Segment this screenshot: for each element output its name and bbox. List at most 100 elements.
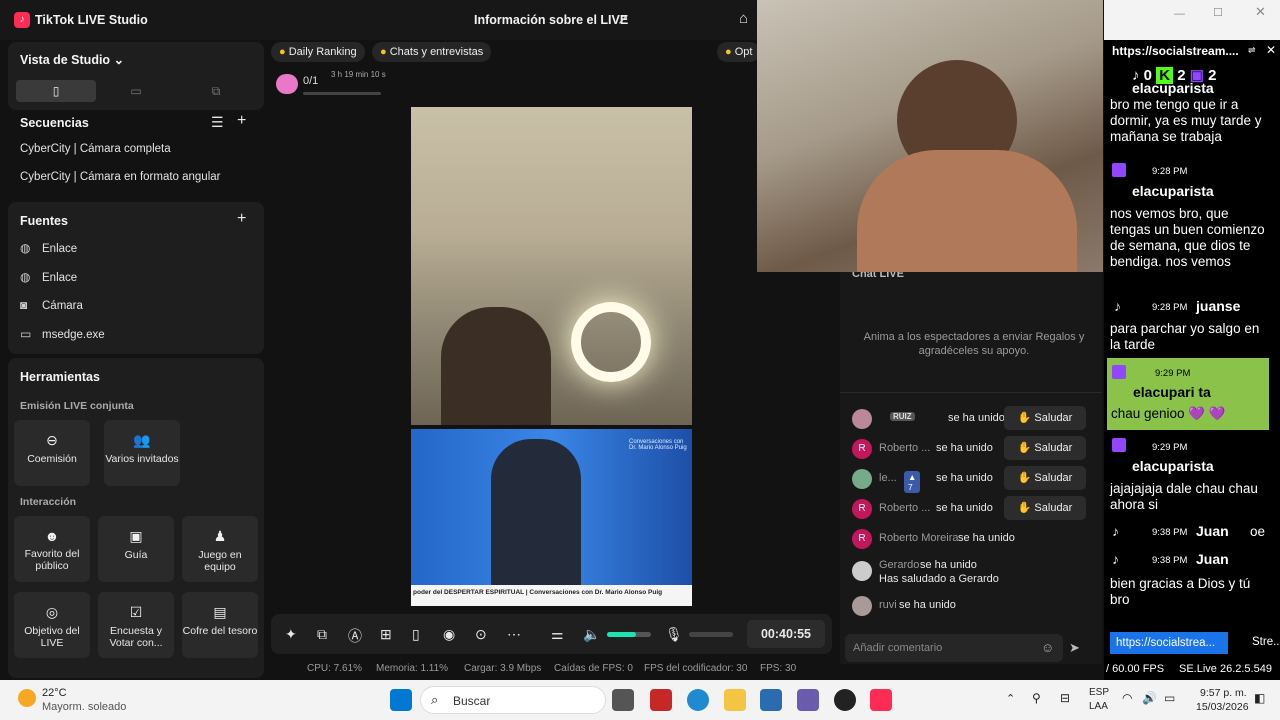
tray-icon[interactable]: ⚲	[1032, 691, 1041, 705]
magic-wand-icon[interactable]: ✦	[285, 626, 297, 643]
overlay-version: SE.Live 26.2.5.549	[1179, 663, 1272, 675]
team-game-button[interactable]: ♟ Juego en equipo	[182, 516, 258, 582]
lang-1[interactable]: ESP	[1089, 687, 1109, 698]
overlay-tab-1[interactable]: https://socialstrea...	[1110, 632, 1228, 654]
tiktok-live-taskbar-icon[interactable]	[870, 689, 892, 711]
close-icon[interactable]: ✕	[1255, 4, 1266, 20]
control-bar: ✦ ⧉ Ⓐ ⊞ ▯ ◉ ⊙ ⋯ ⚌ 🔈 🎙 00:40:55	[271, 614, 832, 654]
windows-start-icon[interactable]	[390, 689, 412, 711]
phone-icon[interactable]: ▯	[412, 626, 420, 643]
title-bar: ♪ TikTok LIVE Studio Información sobre e…	[0, 0, 757, 40]
more-icon[interactable]: ⋯	[507, 626, 521, 643]
edge-icon[interactable]	[687, 689, 709, 711]
options-chip[interactable]: ● Opt	[717, 42, 761, 62]
salute-button[interactable]: ✋ Saludar	[1004, 436, 1086, 460]
speaker-silhouette	[491, 439, 581, 589]
record-icon[interactable]: ◉	[443, 626, 455, 643]
salute-button[interactable]: ✋ Saludar	[1004, 466, 1086, 490]
store-icon[interactable]	[760, 689, 782, 711]
guide-icon: ▣	[129, 528, 143, 544]
overlay-message: oe	[1250, 524, 1266, 539]
chat-empty-message: Anima a los espectadores a enviar Regalo…	[863, 331, 1085, 357]
studio-view-dropdown[interactable]: Vista de Studio ⌄	[20, 52, 124, 67]
salute-button[interactable]: ✋ Saludar	[1004, 406, 1086, 430]
daily-ranking-chip[interactable]: ● Daily Ranking	[271, 42, 365, 62]
landscape-layout-button[interactable]: ▭	[96, 80, 176, 102]
add-sequence-button[interactable]: +	[237, 112, 246, 130]
users-icon: 👥	[133, 432, 151, 448]
battery-icon[interactable]: ▭	[1164, 691, 1175, 705]
settings-sliders-icon[interactable]: ⚌	[551, 626, 564, 643]
source-item[interactable]: ◍ Enlace	[20, 241, 77, 255]
sequence-item[interactable]: CyberCity | Cámara completa	[20, 143, 171, 155]
guide-button[interactable]: ▣ Guía	[98, 516, 174, 582]
lang-2[interactable]: LAA	[1089, 701, 1108, 712]
app-title: TikTok LIVE Studio	[35, 13, 148, 27]
multi-guest-button[interactable]: 👥 Varios invitados	[104, 420, 180, 486]
volume-icon[interactable]: 🔈	[583, 626, 600, 643]
mic-slider[interactable]	[689, 632, 733, 637]
maximize-icon[interactable]: ☐	[1213, 6, 1223, 19]
notification-icon[interactable]: ◧	[1254, 691, 1265, 705]
emoji-icon[interactable]: ☺	[1041, 640, 1054, 655]
send-icon[interactable]: ➤	[1069, 640, 1080, 656]
effects-icon[interactable]: ⊞	[380, 626, 392, 643]
favorite-button[interactable]: ☻ Favorito del público	[14, 516, 90, 582]
camera-switch-icon[interactable]: ⊙	[475, 626, 487, 643]
goal-progress-bar	[303, 92, 381, 95]
cohost-button[interactable]: ⊖ Coemisión	[14, 420, 90, 486]
sequence-item[interactable]: CyberCity | Cámara en formato angular	[20, 171, 221, 183]
poll-button[interactable]: ☑ Encuesta y Votar con...	[98, 592, 174, 658]
home-icon[interactable]: ⌂	[739, 10, 748, 27]
volume-slider[interactable]	[607, 632, 651, 637]
app-icon[interactable]	[797, 689, 819, 711]
overlay-message: nos vemos bro, que tengas un buen comien…	[1110, 206, 1265, 269]
brave-icon[interactable]	[650, 689, 672, 711]
wifi-icon[interactable]: ◠	[1122, 691, 1132, 705]
comment-input[interactable]: Añadir comentario ☺	[845, 634, 1063, 662]
chevron-up-icon[interactable]: ⌃	[1006, 692, 1015, 705]
taskview-icon[interactable]	[612, 689, 634, 711]
tools-title: Herramientas	[20, 370, 100, 384]
overlay-tab-2[interactable]: Stre...	[1252, 636, 1280, 648]
treasure-chest-button[interactable]: ▤ Cofre del tesoro	[182, 592, 258, 658]
volume-tray-icon[interactable]: 🔊	[1142, 691, 1157, 705]
live-info-button[interactable]: Información sobre el LIVE	[474, 13, 628, 27]
ai-icon[interactable]: Ⓐ	[348, 626, 362, 646]
portrait-layout-button[interactable]: ▯	[16, 80, 96, 102]
cpu-stat: CPU: 7.61%	[307, 663, 363, 674]
pin-icon[interactable]: ⇌	[1248, 45, 1256, 56]
chats-chip[interactable]: ● Chats y entrevistas	[372, 42, 492, 62]
source-item[interactable]: ▭ msedge.exe	[20, 327, 105, 341]
share-icon[interactable]: ↗	[617, 11, 629, 28]
sources-title: Fuentes	[20, 214, 68, 228]
list-icon[interactable]: ☰	[211, 114, 224, 131]
salute-button[interactable]: ✋ Saludar	[1004, 496, 1086, 520]
clock-time[interactable]: 9:57 p. m.	[1200, 687, 1247, 699]
dual-layout-button[interactable]: ⧉	[176, 80, 256, 102]
tray-icon[interactable]: ⊟	[1060, 691, 1070, 705]
level-badge: ▲ 7	[904, 471, 921, 493]
gift-icon	[276, 74, 298, 94]
overlay-window-titlebar: — ☐ ✕	[1104, 0, 1280, 40]
taskbar-search[interactable]: ⌕ Buscar	[420, 686, 606, 714]
twitch-icon	[1112, 365, 1126, 379]
live-chat-panel: Chat LIVE Anima a los espectadores a env…	[840, 268, 1102, 664]
source-item[interactable]: ◙ Cámara	[20, 298, 83, 312]
sidebar: Vista de Studio ⌄ ▯ ▭ ⧉ Secuencias ☰ + C…	[0, 40, 270, 680]
clock-date[interactable]: 15/03/2026	[1196, 701, 1249, 713]
source-item[interactable]: ◍ Enlace	[20, 270, 77, 284]
body-silhouette	[857, 150, 1077, 272]
overlay-close-icon[interactable]: ✕	[1266, 43, 1276, 57]
file-explorer-icon[interactable]	[724, 689, 746, 711]
mic-muted-icon[interactable]: 🎙	[665, 626, 683, 643]
obs-icon[interactable]	[834, 689, 856, 711]
tiktok-logo-icon: ♪	[14, 12, 30, 28]
add-source-button[interactable]: +	[237, 210, 246, 228]
overlay-url: https://socialstream....	[1112, 44, 1239, 58]
live-goal-button[interactable]: ◎ Objetivo del LIVE	[14, 592, 90, 658]
minimize-icon[interactable]: —	[1174, 8, 1185, 20]
tiktok-icon: ♪	[1114, 298, 1121, 314]
target-icon: ◎	[45, 604, 59, 620]
media-icon[interactable]: ⧉	[317, 626, 327, 643]
